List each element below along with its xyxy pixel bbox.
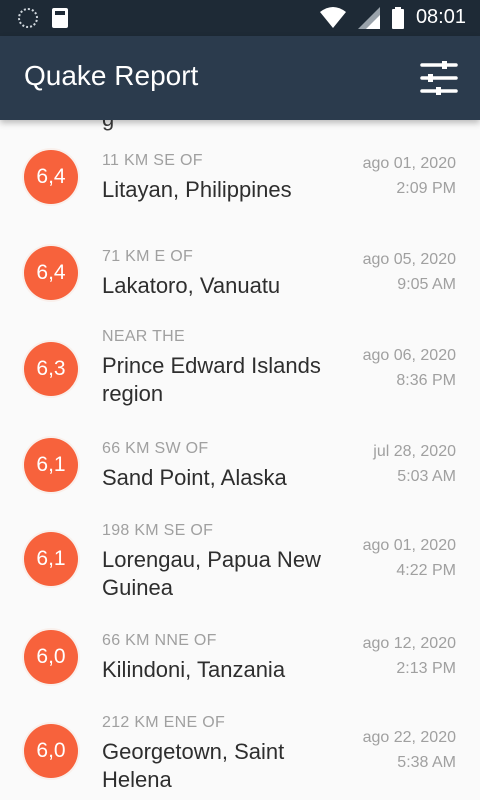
notification-dots-icon — [18, 8, 38, 28]
status-bar: 08:01 — [0, 0, 480, 36]
quake-date: ago 06, 2020 — [362, 347, 456, 364]
earthquake-list[interactable]: g 6,4 11 KM SE OF Litayan, Philippines a… — [0, 120, 480, 800]
quake-time: 2:09 PM — [396, 180, 456, 197]
primary-location: Georgetown, Saint Helena — [102, 739, 285, 792]
list-item[interactable]: 6,4 11 KM SE OF Litayan, Philippines ago… — [0, 150, 480, 240]
list-item[interactable]: 6,1 198 KM SE OF Lorengau, Papua New Gui… — [0, 522, 480, 628]
primary-location: Sand Point, Alaska — [102, 465, 287, 490]
quake-time: 2:13 PM — [396, 660, 456, 677]
app-title: Quake Report — [24, 60, 199, 91]
location-offset: 212 KM ENE OF — [102, 714, 226, 731]
app-bar: Quake Report — [0, 36, 480, 120]
magnitude-badge: 6,0 — [24, 724, 78, 778]
magnitude-badge: 6,0 — [24, 630, 78, 684]
list-item[interactable]: 6,0 212 KM ENE OF Georgetown, Saint Hele… — [0, 714, 480, 800]
signal-icon — [357, 6, 380, 29]
list-item[interactable]: 6,4 71 KM E OF Lakatoro, Vanuatu ago 05,… — [0, 246, 480, 336]
primary-location: Lakatoro, Vanuatu — [102, 273, 281, 298]
quake-time: 8:36 PM — [396, 372, 456, 389]
magnitude-badge: 6,4 — [24, 246, 78, 300]
status-time: 08:01 — [415, 6, 466, 28]
location-offset: 198 KM SE OF — [102, 522, 214, 539]
list-item[interactable]: 6,0 66 KM NNE OF Kilindoni, Tanzania ago… — [0, 630, 480, 720]
quake-date: jul 28, 2020 — [373, 443, 456, 460]
magnitude-badge: 6,1 — [24, 438, 78, 492]
quake-time: 9:05 AM — [397, 276, 456, 293]
quake-date: ago 05, 2020 — [362, 251, 456, 268]
primary-location: Lorengau, Papua New Guinea — [102, 547, 321, 600]
list-item[interactable]: 6,1 66 KM SW OF Sand Point, Alaska jul 2… — [0, 438, 480, 528]
location-offset: 71 KM E OF — [102, 248, 194, 265]
status-right-icons: 08:01 — [319, 6, 466, 29]
list-item[interactable]: 6,3 NEAR THE Prince Edward Islands regio… — [0, 328, 480, 438]
battery-icon — [391, 6, 404, 29]
filter-settings-icon — [420, 61, 458, 95]
quake-time: 5:38 AM — [397, 754, 456, 771]
primary-location: Prince Edward Islands region — [102, 353, 321, 406]
primary-location: Litayan, Philippines — [102, 177, 292, 202]
quake-date: ago 01, 2020 — [362, 155, 456, 172]
location-offset: NEAR THE — [102, 328, 186, 345]
sd-card-icon — [52, 8, 68, 28]
quake-time: 5:03 AM — [397, 468, 456, 485]
magnitude-badge: 6,1 — [24, 532, 78, 586]
location-offset: 66 KM NNE OF — [102, 632, 217, 649]
primary-location: Kilindoni, Tanzania — [102, 657, 286, 682]
quake-time: 4:22 PM — [396, 562, 456, 579]
location-offset: 11 KM SE OF — [102, 152, 203, 169]
location-offset: 66 KM SW OF — [102, 440, 209, 457]
quake-date: ago 22, 2020 — [362, 729, 456, 746]
clipped-previous-item-text: g — [102, 120, 114, 132]
filter-settings-button[interactable] — [420, 60, 458, 96]
quake-date: ago 01, 2020 — [362, 537, 456, 554]
quake-date: ago 12, 2020 — [362, 635, 456, 652]
wifi-icon — [319, 6, 346, 28]
status-left-icons — [18, 8, 68, 28]
magnitude-badge: 6,3 — [24, 342, 78, 396]
magnitude-badge: 6,4 — [24, 150, 78, 204]
